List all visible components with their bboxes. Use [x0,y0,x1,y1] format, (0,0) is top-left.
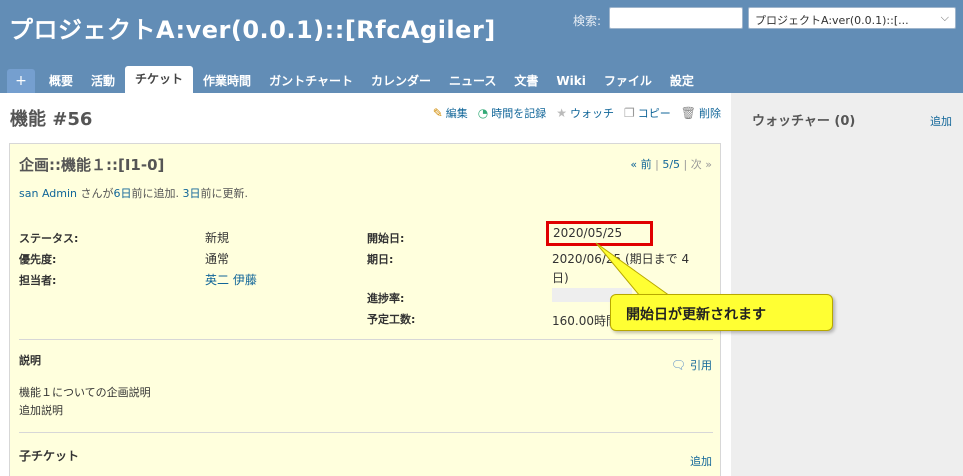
due-date-value: 2020/06/25 (期日まで 4 [552,252,690,266]
subtasks-title: 子チケット [19,449,80,463]
main-content: 機能 #56 ✎ 編集 ◔ 時間を記録 ★ ウォッチ ❐ コピー 🗑 削除 企画::機能１… [0,93,731,476]
status-label: ステータス: [19,232,79,245]
delete-label: 削除 [699,107,721,120]
tab-new[interactable]: + [7,69,35,93]
watch-button[interactable]: ★ ウォッチ [556,105,614,121]
trash-icon: 🗑 [680,106,696,120]
tab-wiki[interactable]: Wiki [548,69,593,93]
project-jump-select[interactable]: プロジェクトA:ver(0.0.1)::[... ⌵ [748,7,956,29]
search-input[interactable] [609,7,743,29]
issue-navigation: « 前 | 5/5 | 次 » [630,156,712,172]
due-date-label: 期日: [367,253,394,266]
issue-subject: 企画::機能１::[I1-0] [19,156,165,174]
issue-actions: ✎ 編集 ◔ 時間を記録 ★ ウォッチ ❐ コピー 🗑 削除 [433,105,721,121]
add-watcher-link[interactable]: 追加 [930,113,952,129]
start-date-label: 開始日: [367,232,405,245]
star-icon: ★ [556,106,567,120]
nav-separator: | [655,158,659,171]
watchers-title: ウォッチャー (0) [752,114,856,129]
tab-news[interactable]: ニュース [441,69,504,93]
search-label: 検索: [573,14,602,28]
clock-add-icon: ◔ [477,106,489,120]
updated-ago-link[interactable]: 3日 [183,187,201,200]
log-time-label: 時間を記録 [491,107,547,120]
watch-label: ウォッチ [570,107,614,120]
tab-documents[interactable]: 文書 [506,69,546,93]
sidebar: ウォッチャー (0) 追加 [731,93,963,476]
author-text: さんが [77,187,114,200]
log-time-button[interactable]: ◔ 時間を記録 [478,105,546,121]
quote-button[interactable]: 🗨 引用 [671,357,712,373]
pencil-icon: ✎ [432,106,443,120]
added-ago-link[interactable]: 6日 [114,187,132,200]
tab-files[interactable]: ファイル [596,69,660,93]
author-text: 前に更新. [200,187,249,200]
nav-separator: | [683,158,688,171]
prev-issue-link[interactable]: « 前 [630,158,651,171]
tab-overview[interactable]: 概要 [41,69,81,93]
divider [19,432,713,433]
edit-label: 編集 [445,107,468,120]
issue-heading: 機能 #56 [10,109,93,130]
description-title: 説明 [19,354,41,367]
tab-activity[interactable]: 活動 [83,69,123,93]
priority-value: 通常 [205,252,230,266]
tab-gantt[interactable]: ガントチャート [261,69,361,93]
author-text: 前に追加. [131,187,183,200]
quote-label: 引用 [690,359,712,372]
main-menu-tabs: + 概要 活動 チケット 作業時間 ガントチャート カレンダー ニュース 文書 … [7,65,704,93]
author-link[interactable]: san Admin [19,187,77,200]
speech-bubble-icon: 🗨 [670,358,686,372]
copy-label: コピー [637,107,671,120]
tab-time-entries[interactable]: 作業時間 [195,69,259,93]
annotation-callout: 開始日が更新されます [610,294,833,331]
assignee-label: 担当者: [19,274,57,287]
tab-settings[interactable]: 設定 [662,69,702,93]
start-date-value: 2020/05/25 [546,221,653,246]
add-subtask-link[interactable]: 追加 [690,453,712,469]
description-line: 追加説明 [19,404,63,417]
copy-button[interactable]: ❐ コピー [624,105,671,121]
divider [19,339,713,340]
issue-position[interactable]: 5/5 [662,158,680,171]
project-title[interactable]: プロジェクトA:ver(0.0.1)::[RfcAgiler] [9,10,496,45]
top-header: プロジェクトA:ver(0.0.1)::[RfcAgiler] 検索: プロジェ… [0,0,963,93]
copy-icon: ❐ [624,106,635,120]
next-issue-link: 次 » [690,158,712,171]
due-date-value-cont: 日) [552,271,569,285]
tab-calendar[interactable]: カレンダー [363,69,439,93]
progress-label: 進捗率: [367,292,405,305]
author-line: san Admin さんが6日前に追加. 3日前に更新. [19,185,248,201]
project-select-value: プロジェクトA:ver(0.0.1)::[... [755,14,909,27]
assignee-link[interactable]: 英二 伊藤 [205,271,257,288]
description-line: 機能１についての企画説明 [19,386,151,399]
priority-label: 優先度: [19,253,57,266]
edit-button[interactable]: ✎ 編集 [433,105,468,121]
estimated-hours-label: 予定工数: [367,313,416,326]
tab-issues[interactable]: チケット [125,66,194,93]
estimated-hours-value: 160.00時間 [552,314,618,328]
delete-button[interactable]: 🗑 削除 [681,105,721,121]
status-value: 新規 [205,231,230,245]
chevron-down-icon: ⌵ [940,11,949,24]
